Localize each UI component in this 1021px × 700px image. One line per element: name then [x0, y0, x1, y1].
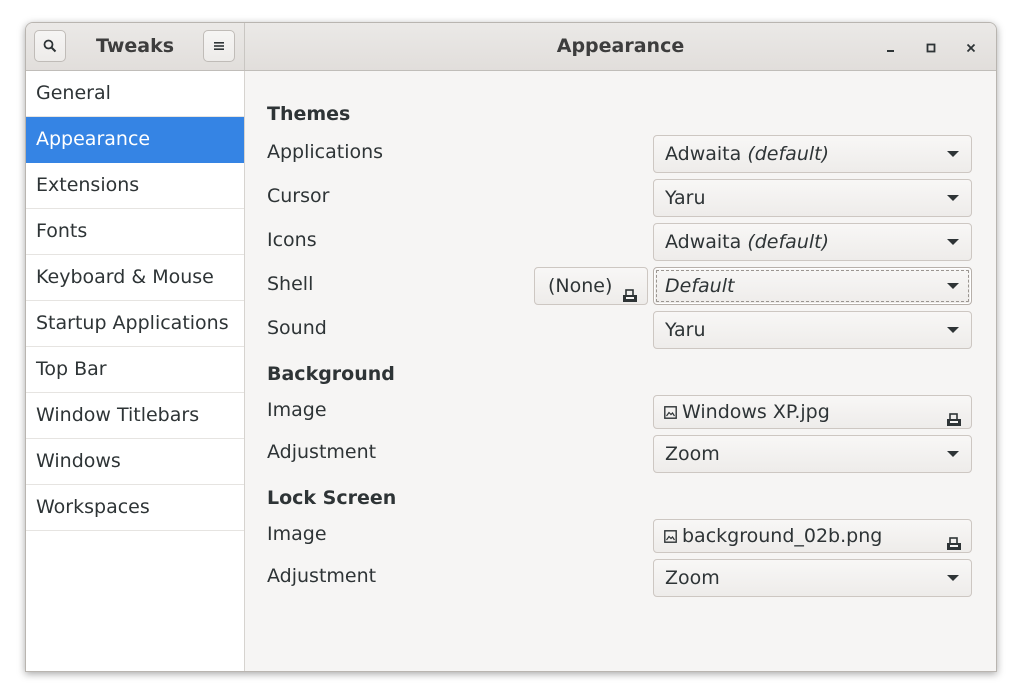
maximize-button[interactable] — [919, 35, 943, 59]
sidebar-item-workspaces[interactable]: Workspaces — [26, 485, 244, 531]
shell-label: Shell — [267, 273, 314, 295]
sidebar-item-window-titlebars[interactable]: Window Titlebars — [26, 393, 244, 439]
sound-theme-combo[interactable]: Yaru — [653, 311, 972, 349]
chevron-down-icon — [947, 151, 959, 157]
search-button[interactable] — [34, 30, 66, 62]
lock-screen-adjustment-value: Zoom — [665, 567, 720, 589]
document-open-icon — [946, 529, 962, 561]
sound-theme-value: Yaru — [665, 319, 706, 341]
image-file-icon — [664, 521, 677, 553]
background-adjustment-combo[interactable]: Zoom — [653, 435, 972, 473]
background-heading: Background — [267, 363, 395, 385]
document-open-icon — [946, 405, 962, 437]
document-open-icon — [622, 279, 638, 315]
lock-screen-image-file-button[interactable]: background_02b.png — [653, 519, 972, 553]
menu-button[interactable] — [203, 30, 235, 62]
sidebar-item-appearance[interactable]: Appearance — [26, 117, 244, 163]
lock-screen-image-label: Image — [267, 523, 327, 545]
cursor-label: Cursor — [267, 185, 330, 207]
shell-theme-file-button[interactable]: (None) — [534, 267, 648, 305]
sidebar-item-general[interactable]: General — [26, 71, 244, 117]
applications-theme-combo[interactable]: Adwaita (default) — [653, 135, 972, 173]
minimize-icon — [886, 38, 896, 57]
sidebar: General Appearance Extensions Fonts Keyb… — [26, 71, 245, 671]
chevron-down-icon — [947, 195, 959, 201]
minimize-button[interactable] — [879, 35, 903, 59]
chevron-down-icon — [947, 575, 959, 581]
maximize-icon — [926, 38, 936, 57]
sidebar-title: Tweaks — [95, 35, 175, 57]
chevron-down-icon — [947, 451, 959, 457]
lock-screen-adjustment-combo[interactable]: Zoom — [653, 559, 972, 597]
cursor-theme-value: Yaru — [665, 187, 706, 209]
sidebar-item-fonts[interactable]: Fonts — [26, 209, 244, 255]
lock-screen-adjustment-label: Adjustment — [267, 565, 377, 587]
sidebar-item-extensions[interactable]: Extensions — [26, 163, 244, 209]
shell-theme-value: Default — [665, 275, 735, 297]
close-icon — [966, 38, 976, 57]
background-image-filename: Windows XP.jpg — [682, 401, 830, 423]
applications-label: Applications — [267, 141, 384, 163]
chevron-down-icon — [947, 239, 959, 245]
shell-theme-combo[interactable]: Default — [653, 267, 972, 305]
background-image-file-button[interactable]: Windows XP.jpg — [653, 395, 972, 429]
themes-heading: Themes — [267, 103, 351, 125]
lock-screen-image-filename: background_02b.png — [682, 525, 883, 547]
sidebar-item-top-bar[interactable]: Top Bar — [26, 347, 244, 393]
cursor-theme-combo[interactable]: Yaru — [653, 179, 972, 217]
shell-file-button-label: (None) — [548, 275, 613, 297]
sidebar-item-windows[interactable]: Windows — [26, 439, 244, 485]
background-image-label: Image — [267, 399, 327, 421]
background-adjustment-label: Adjustment — [267, 441, 377, 463]
header-bar: Tweaks Appearance — [26, 23, 996, 71]
icons-label: Icons — [267, 229, 317, 251]
sound-label: Sound — [267, 317, 327, 339]
applications-theme-default-tag: (default) — [747, 143, 830, 165]
icons-theme-combo[interactable]: Adwaita (default) — [653, 223, 972, 261]
sidebar-header: Tweaks — [26, 23, 245, 70]
chevron-down-icon — [947, 283, 959, 289]
icons-theme-value: Adwaita — [665, 231, 742, 253]
close-button[interactable] — [959, 35, 983, 59]
tweaks-window: Tweaks Appearance General Appearance Ext… — [25, 22, 997, 672]
background-adjustment-value: Zoom — [665, 443, 720, 465]
appearance-panel: Themes Applications Adwaita (default) Cu… — [245, 71, 996, 671]
applications-theme-value: Adwaita — [665, 143, 742, 165]
sidebar-item-startup-applications[interactable]: Startup Applications — [26, 301, 244, 347]
hamburger-menu-icon — [213, 40, 225, 52]
sidebar-item-keyboard-mouse[interactable]: Keyboard & Mouse — [26, 255, 244, 301]
search-icon — [43, 39, 57, 53]
image-file-icon — [664, 397, 677, 429]
lock-screen-heading: Lock Screen — [267, 487, 397, 509]
icons-theme-default-tag: (default) — [747, 231, 830, 253]
chevron-down-icon — [947, 327, 959, 333]
